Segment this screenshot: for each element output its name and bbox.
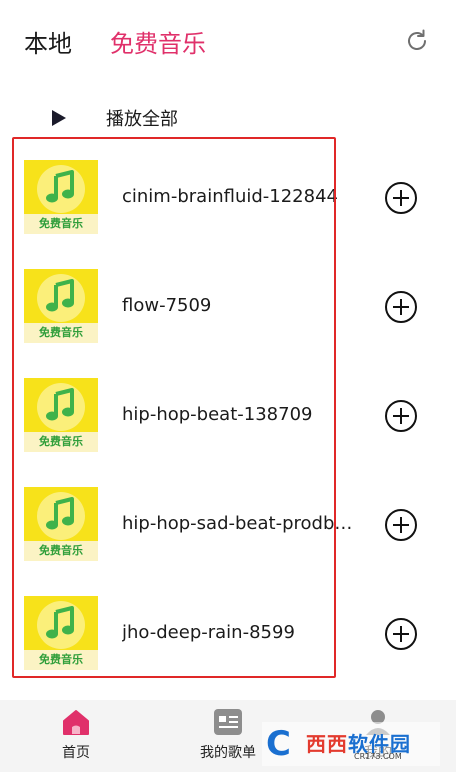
add-icon[interactable] bbox=[384, 617, 418, 651]
watermark-brand: 西西 bbox=[306, 732, 348, 756]
watermark-c-icon: C bbox=[266, 724, 291, 764]
add-icon[interactable] bbox=[384, 290, 418, 324]
album-cover: 免费音乐 bbox=[24, 596, 98, 670]
track-row[interactable]: 免费音乐 jho-deep-rain-8599 bbox=[0, 579, 456, 679]
add-icon[interactable] bbox=[384, 399, 418, 433]
watermark-site: CR173.COM bbox=[354, 752, 402, 761]
music-note-icon bbox=[46, 388, 74, 421]
music-note-icon bbox=[46, 497, 74, 530]
track-title: hip-hop-sad-beat-prodby... bbox=[122, 513, 354, 534]
music-note-icon bbox=[46, 170, 74, 203]
cover-label: 免费音乐 bbox=[24, 541, 98, 561]
music-note-icon bbox=[46, 606, 74, 639]
album-cover: 免费音乐 bbox=[24, 269, 98, 343]
add-icon[interactable] bbox=[384, 508, 418, 542]
app-header: 本地 免费音乐 bbox=[0, 0, 456, 84]
track-title: jho-deep-rain-8599 bbox=[122, 622, 295, 643]
album-cover: 免费音乐 bbox=[24, 378, 98, 452]
play-all-button[interactable]: 播放全部 bbox=[50, 104, 250, 132]
track-title: hip-hop-beat-138709 bbox=[122, 404, 313, 425]
track-row[interactable]: 免费音乐 hip-hop-beat-138709 bbox=[0, 361, 456, 461]
cover-label: 免费音乐 bbox=[24, 214, 98, 234]
cover-label: 免费音乐 bbox=[24, 650, 98, 670]
refresh-icon[interactable] bbox=[404, 28, 430, 54]
playlist-icon bbox=[214, 709, 242, 735]
album-cover: 免费音乐 bbox=[24, 160, 98, 234]
nav-playlist[interactable]: 我的歌单 bbox=[188, 708, 268, 768]
add-icon[interactable] bbox=[384, 181, 418, 215]
track-title: flow-7509 bbox=[122, 295, 212, 316]
tab-free-music[interactable]: 免费音乐 bbox=[110, 24, 206, 59]
album-cover: 免费音乐 bbox=[24, 487, 98, 561]
nav-home-label: 首页 bbox=[62, 745, 90, 761]
tab-local[interactable]: 本地 bbox=[24, 24, 72, 59]
home-icon bbox=[63, 710, 89, 735]
watermark-logo: C 西西软件园 CR173.COM bbox=[262, 722, 440, 766]
play-icon bbox=[52, 110, 66, 126]
track-row[interactable]: 免费音乐 cinim-brainfluid-122844 bbox=[0, 143, 456, 243]
cover-label: 免费音乐 bbox=[24, 323, 98, 343]
track-row[interactable]: 免费音乐 flow-7509 bbox=[0, 252, 456, 352]
track-title: cinim-brainfluid-122844 bbox=[122, 186, 338, 207]
nav-playlist-label: 我的歌单 bbox=[200, 745, 256, 761]
nav-home[interactable]: 首页 bbox=[36, 708, 116, 768]
track-row[interactable]: 免费音乐 hip-hop-sad-beat-prodby... bbox=[0, 470, 456, 570]
play-all-label: 播放全部 bbox=[106, 109, 178, 130]
cover-label: 免费音乐 bbox=[24, 432, 98, 452]
music-note-icon bbox=[46, 279, 74, 312]
